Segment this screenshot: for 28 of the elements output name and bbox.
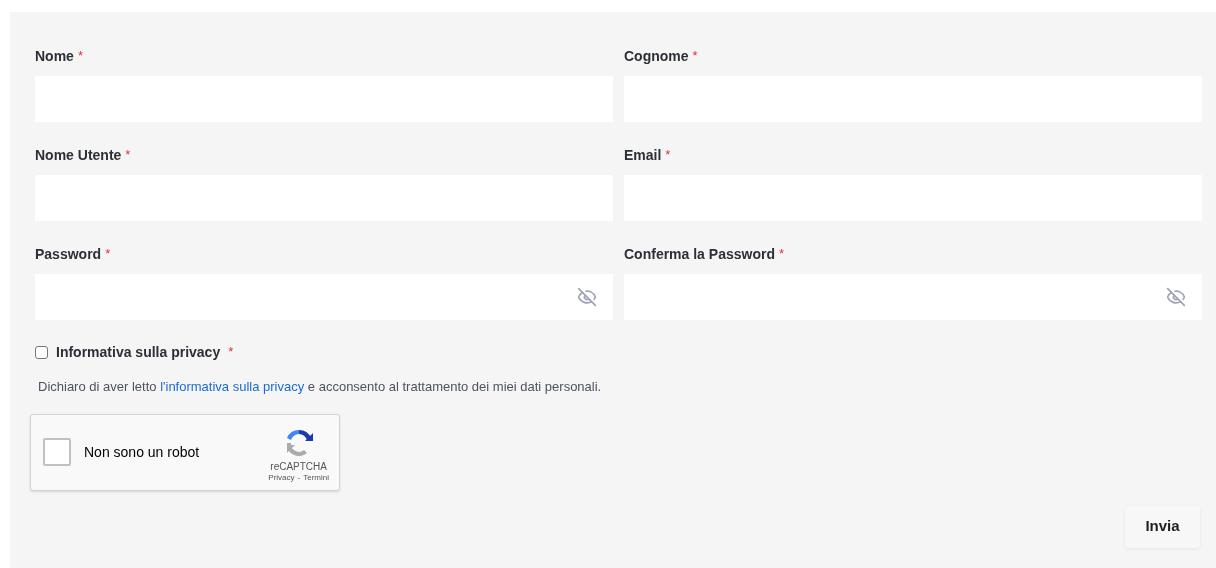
privacy-link[interactable]: l'informativa sulla privacy [160,379,305,394]
required-mark: * [77,47,83,65]
hide-password-icon[interactable] [1166,287,1186,307]
field-label: Conferma la Password [624,245,775,264]
captcha-label: Non sono un robot [84,442,201,462]
hide-password-icon[interactable] [577,287,597,307]
captcha-privacy-link[interactable]: Privacy [268,473,295,483]
field-label: Email [624,146,662,165]
field-label: Nome Utente [35,146,122,165]
consent-text: Dichiaro di aver letto l'informativa sulla privacy e acconsento al trattamento dei miei dati personali. [38,378,603,396]
captcha-checkbox[interactable] [43,438,71,466]
captcha-terms-link[interactable]: Termini [303,473,329,483]
required-mark: * [692,47,698,65]
captcha-brand: reCAPTCHA [270,461,327,473]
required-mark: * [105,245,111,263]
required-mark: * [228,343,234,361]
field-label: Nome [35,47,74,66]
field-label: Cognome [624,47,689,66]
checkbox-label: Informativa sulla privacy [56,342,221,362]
link-separator: - [297,473,301,483]
required-mark: * [665,146,671,164]
required-mark: * [778,245,784,263]
field-label: Password [35,245,102,264]
required-mark: * [125,146,131,164]
submit-button[interactable]: Invia [1125,505,1200,548]
password-field[interactable] [624,274,1202,320]
privacy-checkbox[interactable] [35,345,48,359]
password-field[interactable] [35,274,613,320]
